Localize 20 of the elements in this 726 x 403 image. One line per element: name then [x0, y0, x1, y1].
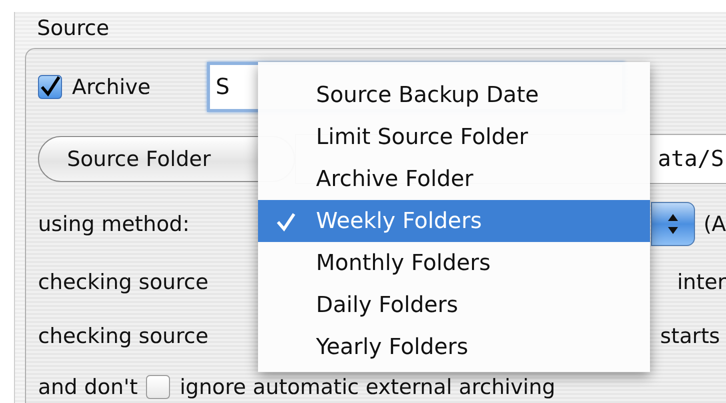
check-icon: [276, 212, 296, 232]
row-text: inter: [677, 270, 726, 294]
menu-item[interactable]: Daily Folders: [258, 284, 650, 326]
archive-checkbox[interactable]: [38, 75, 62, 99]
popup-stepper[interactable]: [651, 202, 696, 246]
method-label: using method:: [38, 212, 190, 236]
ignore-checkbox[interactable]: [146, 375, 170, 399]
group-title: Source: [37, 15, 110, 42]
row-text: starts: [660, 324, 721, 348]
menu-item[interactable]: Monthly Folders: [258, 242, 650, 284]
option-label: (A: [703, 212, 726, 236]
menu-item[interactable]: Yearly Folders: [258, 326, 650, 368]
up-down-arrows-icon: [667, 213, 680, 235]
row-label: and don't: [38, 375, 138, 399]
checkbox-label: Archive: [72, 75, 151, 99]
menu-item[interactable]: Weekly Folders: [258, 200, 650, 242]
row-label: checking source: [38, 324, 208, 348]
checkbox-label: ignore automatic external archiving: [180, 375, 556, 399]
menu-item[interactable]: Source Backup Date: [258, 74, 650, 116]
row-label: checking source: [38, 270, 208, 294]
